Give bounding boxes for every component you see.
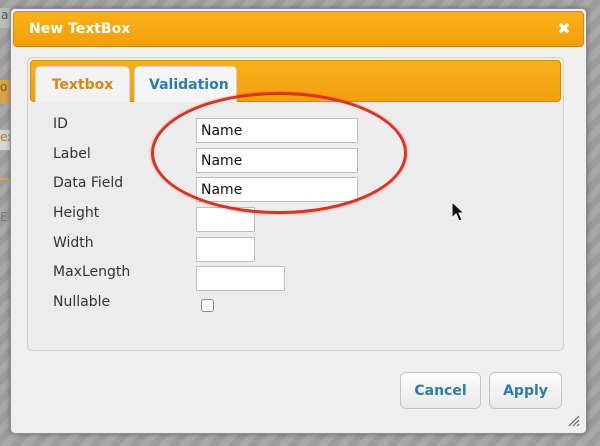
apply-button[interactable]: Apply xyxy=(489,372,562,409)
tab-bar: Textbox Validation xyxy=(30,60,561,102)
background-orange-bar: o xyxy=(0,80,10,104)
cancel-button[interactable]: Cancel xyxy=(400,372,481,409)
height-field[interactable] xyxy=(196,207,255,232)
background-label-fragment: E xyxy=(0,210,8,224)
data-field-label: Data Field xyxy=(53,175,124,191)
tab-validation[interactable]: Validation xyxy=(134,66,237,102)
tab-textbox[interactable]: Textbox xyxy=(35,66,130,102)
nullable-label: Nullable xyxy=(53,294,111,310)
nullable-checkbox[interactable] xyxy=(201,299,214,312)
label-label: Label xyxy=(53,146,91,162)
mouse-pointer-icon xyxy=(451,201,465,222)
height-label: Height xyxy=(53,205,100,221)
resize-grip-icon[interactable] xyxy=(568,415,580,427)
id-label: ID xyxy=(53,116,68,132)
background-divider xyxy=(0,178,10,180)
maxlength-label: MaxLength xyxy=(53,264,131,280)
close-icon[interactable]: ✖ xyxy=(555,19,573,39)
width-field[interactable] xyxy=(196,237,255,262)
dialog-title: New TextBox xyxy=(29,21,131,37)
id-field[interactable] xyxy=(196,118,358,143)
background-text-fragment: a xyxy=(0,8,10,28)
label-field[interactable] xyxy=(196,148,358,173)
background-link-fragment: ex xyxy=(0,130,10,150)
dialog-titlebar[interactable]: New TextBox ✖ xyxy=(13,11,584,47)
maxlength-field[interactable] xyxy=(196,266,285,291)
data-field-input[interactable] xyxy=(196,177,358,202)
width-label: Width xyxy=(53,235,94,251)
new-textbox-dialog: New TextBox ✖ Textbox Validation ID Labe… xyxy=(10,8,587,434)
